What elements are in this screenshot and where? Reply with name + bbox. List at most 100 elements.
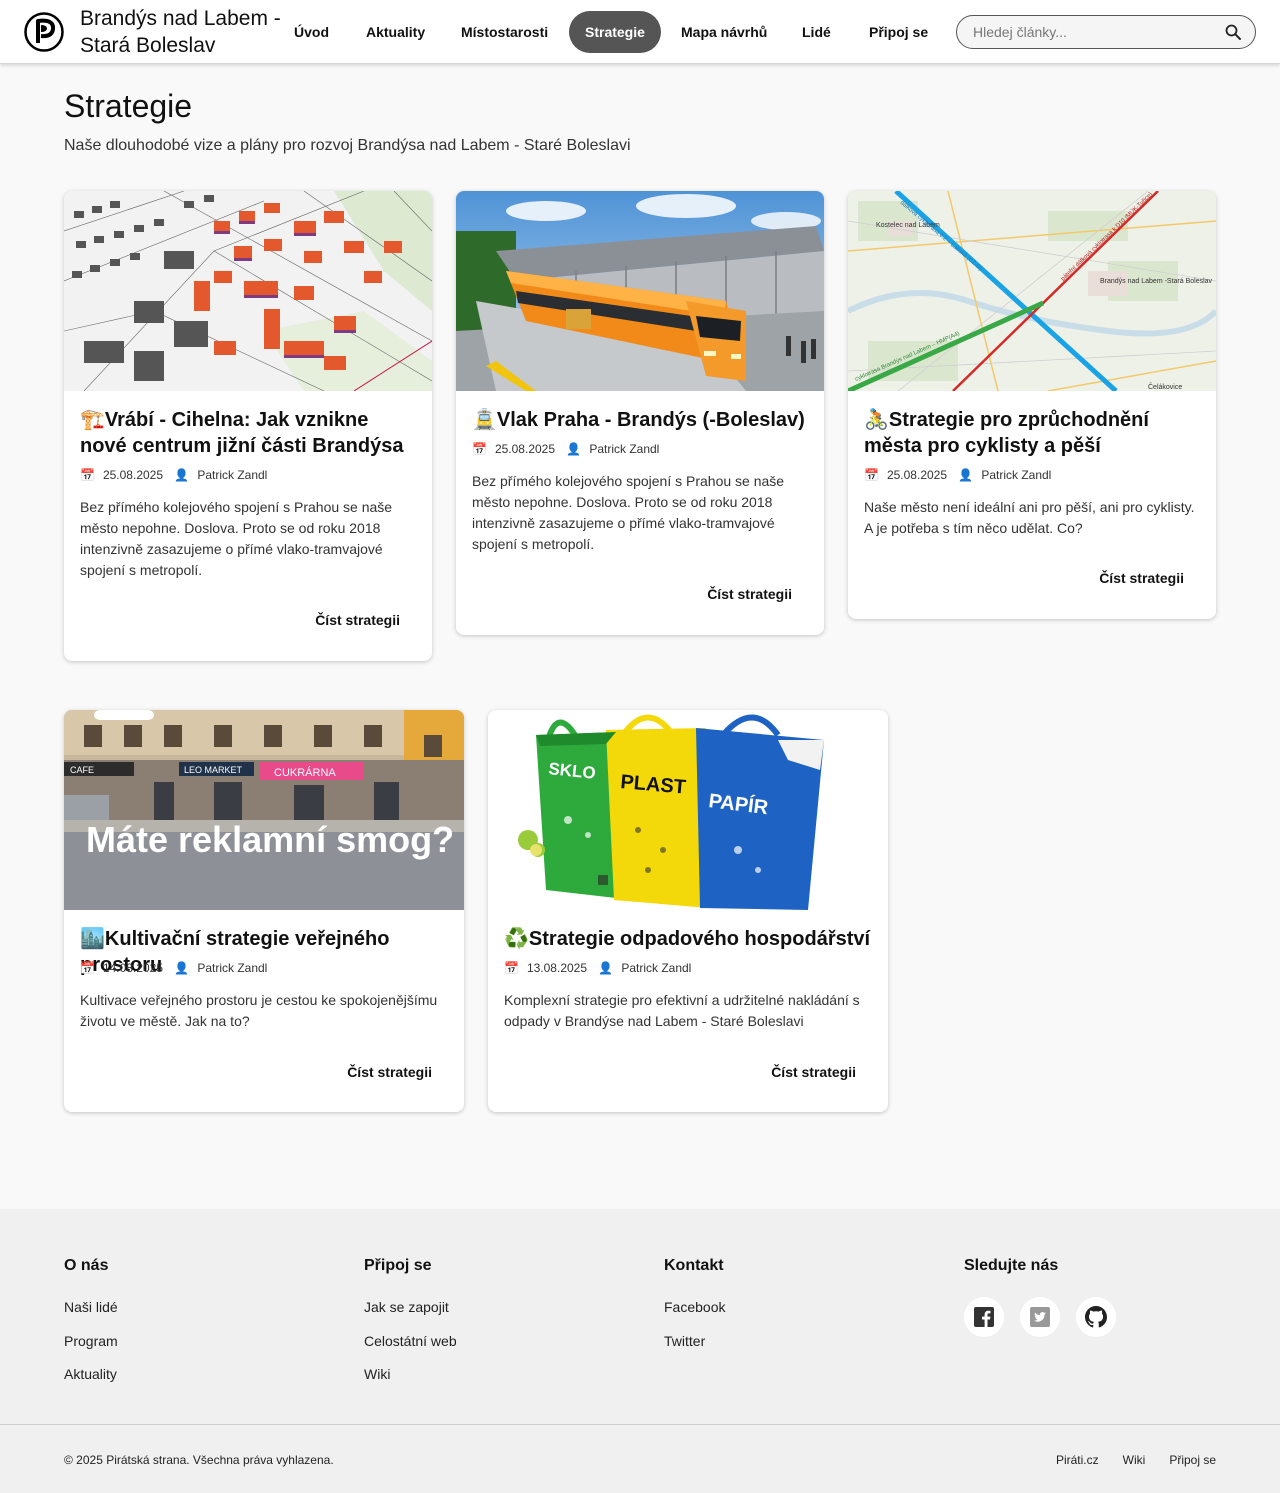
svg-text:Čelákovice: Čelákovice: [1148, 382, 1182, 391]
facebook-icon: [974, 1307, 994, 1327]
nav-uvod[interactable]: Úvod: [278, 11, 345, 53]
calendar-icon: 📅: [864, 468, 879, 482]
svg-text:LEO MARKET: LEO MARKET: [184, 765, 243, 775]
card-meta: 📅 13.08.2025 👤 Patrick Zandl: [504, 961, 699, 975]
read-strategy-button[interactable]: Číst strategii: [771, 1064, 856, 1080]
recycle-icon: ♻️: [504, 928, 529, 950]
svg-text:Brandýs nad Labem -Stará Boles: Brandýs nad Labem -Stará Boleslav: [1100, 278, 1213, 285]
svg-text:CUKRÁRNA: CUKRÁRNA: [274, 766, 336, 779]
page-subtitle: Naše dlouhodobé vize a plány pro rozvoj …: [64, 137, 631, 154]
card-meta: 📅 14.08.2025 👤 Patrick Zandl: [80, 961, 275, 975]
building-crane-icon: 🏗️: [80, 409, 105, 431]
nav-mapa-navrhu[interactable]: Mapa návrhů: [665, 11, 783, 53]
card-author: Patrick Zandl: [197, 468, 268, 482]
card-author: Patrick Zandl: [621, 961, 692, 975]
nav-aktuality[interactable]: Aktuality: [350, 11, 441, 53]
card-date: 25.08.2025: [494, 442, 556, 456]
footer-link[interactable]: Wiki: [364, 1364, 457, 1384]
footer-link[interactable]: Aktuality: [64, 1364, 118, 1384]
card-title[interactable]: 🚴Strategie pro zprůchodnění města pro cy…: [864, 407, 1200, 459]
read-strategy-button[interactable]: Číst strategii: [1099, 570, 1184, 586]
footer-link[interactable]: Naši lidé: [64, 1297, 118, 1317]
svg-text:CAFE: CAFE: [70, 765, 94, 775]
card-date: 14.08.2025: [102, 961, 164, 975]
card-excerpt: Komplexní strategie pro efektivní a udrž…: [504, 992, 860, 1029]
card-author: Patrick Zandl: [589, 442, 660, 456]
calendar-icon: 📅: [80, 468, 95, 482]
footer-divider: [0, 1424, 1280, 1425]
recycling-bags-image: SKLO PLAST PAPÍR: [488, 710, 888, 910]
card-date: 25.08.2025: [102, 468, 164, 482]
footer-heading: Kontakt: [664, 1257, 724, 1274]
footer-column-join: Připoj se Jak se zapojit Celostátní web …: [364, 1257, 457, 1398]
copyright-text: © 2025 Pirátská strana. Všechna práva vy…: [64, 1453, 334, 1467]
strategy-card[interactable]: Kostelec nad Labem Brandýs nad Labem -St…: [848, 191, 1216, 619]
footer-link[interactable]: Celostátní web: [364, 1331, 457, 1351]
footer-bottom-links: Piráti.cz Wiki Připoj se: [1032, 1453, 1216, 1467]
strategy-card[interactable]: SKLO PLAST PAPÍR ♻️Strategie odpadového …: [488, 710, 888, 1112]
calendar-icon: 📅: [504, 961, 519, 975]
user-icon: 👤: [598, 961, 614, 975]
user-icon: 👤: [174, 468, 190, 482]
tram-icon: 🚊: [472, 409, 497, 431]
calendar-icon: 📅: [472, 442, 487, 456]
footer-bottom-link[interactable]: Piráti.cz: [1056, 1453, 1099, 1467]
nav-strategie[interactable]: Strategie: [569, 11, 661, 53]
footer-link[interactable]: Twitter: [664, 1331, 725, 1351]
card-meta: 📅 25.08.2025 👤 Patrick Zandl: [864, 468, 1059, 482]
footer-link[interactable]: Jak se zapojit: [364, 1297, 457, 1317]
footer-heading: Připoj se: [364, 1257, 432, 1274]
nav-mistostarosti[interactable]: Místostarosti: [445, 11, 564, 53]
cityscape-icon: 🏙️: [80, 928, 105, 950]
card-excerpt: Kultivace veřejného prostoru je cestou k…: [80, 992, 438, 1029]
site-title[interactable]: Brandýs nad Labem - Stará Boleslav: [80, 5, 290, 59]
nav-lide[interactable]: Lidé: [786, 11, 847, 53]
footer-column-contact: Kontakt Facebook Twitter: [664, 1257, 725, 1364]
strategy-card[interactable]: 🏗️Vrábí - Cihelna: Jak vznikne nové cent…: [64, 191, 432, 661]
card-date: 25.08.2025: [886, 468, 948, 482]
footer-column-about: O nás Naši lidé Program Aktuality: [64, 1257, 118, 1398]
social-links: [964, 1297, 1116, 1337]
footer-bottom-link[interactable]: Wiki: [1123, 1453, 1146, 1467]
urban-plan-3d-image: [64, 191, 432, 391]
card-meta: 📅 25.08.2025 👤 Patrick Zandl: [472, 442, 667, 456]
footer-heading: O nás: [64, 1257, 109, 1274]
user-icon: 👤: [958, 468, 974, 482]
card-title[interactable]: 🏗️Vrábí - Cihelna: Jak vznikne nové cent…: [80, 407, 416, 459]
user-icon: 👤: [174, 961, 190, 975]
site-footer: O nás Naši lidé Program Aktuality Připoj…: [0, 1209, 1280, 1493]
card-title[interactable]: ♻️Strategie odpadového hospodářství: [504, 926, 872, 952]
footer-link[interactable]: Facebook: [664, 1297, 725, 1317]
strategy-card[interactable]: 🚊Vlak Praha - Brandýs (-Boleslav) 📅 25.08…: [456, 191, 824, 635]
footer-link[interactable]: Program: [64, 1331, 118, 1351]
card-author: Patrick Zandl: [981, 468, 1052, 482]
card-date: 13.08.2025: [526, 961, 588, 975]
card-excerpt: Bez přímého kolejového spojení s Prahou …: [472, 473, 785, 552]
search-icon[interactable]: [1225, 24, 1241, 40]
search-input[interactable]: [973, 16, 1213, 48]
read-strategy-button[interactable]: Číst strategii: [347, 1064, 432, 1080]
svg-text:Máte reklamní smog?: Máte reklamní smog?: [86, 819, 454, 860]
footer-bottom-link[interactable]: Připoj se: [1169, 1453, 1216, 1467]
pirate-logo-icon[interactable]: [24, 12, 64, 52]
card-author: Patrick Zandl: [197, 961, 268, 975]
user-icon: 👤: [566, 442, 582, 456]
street-facade-image: CAFE LEO MARKET CUKRÁRNA Máte reklamní s…: [64, 710, 464, 910]
facebook-link[interactable]: [964, 1297, 1004, 1337]
footer-heading: Sledujte nás: [964, 1257, 1059, 1274]
github-link[interactable]: [1076, 1297, 1116, 1337]
strategy-card[interactable]: CAFE LEO MARKET CUKRÁRNA Máte reklamní s…: [64, 710, 464, 1112]
read-strategy-button[interactable]: Číst strategii: [707, 586, 792, 602]
github-icon: [1085, 1306, 1107, 1328]
page-title: Strategie: [64, 88, 193, 124]
read-strategy-button[interactable]: Číst strategii: [315, 612, 400, 628]
card-excerpt: Bez přímého kolejového spojení s Prahou …: [80, 499, 393, 578]
cycling-map-image: Kostelec nad Labem Brandýs nad Labem -St…: [848, 191, 1216, 391]
twitter-link[interactable]: [1020, 1297, 1060, 1337]
card-title[interactable]: 🚊Vlak Praha - Brandýs (-Boleslav): [472, 407, 808, 433]
nav-pripoj-se[interactable]: Připoj se: [853, 11, 944, 53]
calendar-icon: 📅: [80, 961, 95, 975]
twitter-icon: [1030, 1307, 1050, 1327]
card-excerpt: Naše město není ideální ani pro pěší, an…: [864, 499, 1195, 536]
site-header: Brandýs nad Labem - Stará Boleslav Úvod …: [0, 0, 1280, 64]
